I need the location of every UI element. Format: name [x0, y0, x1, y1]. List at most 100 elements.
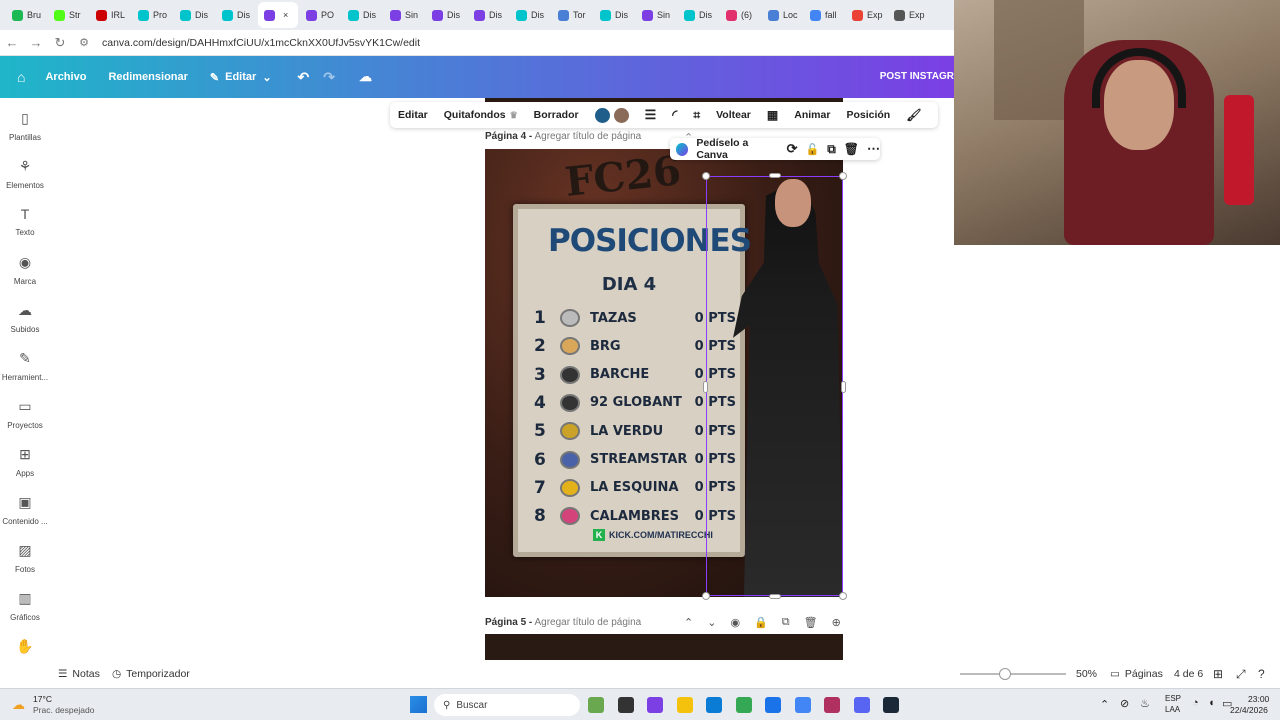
page-counter[interactable]: 4 de 6: [1174, 668, 1203, 680]
browser-tab[interactable]: Loc: [762, 2, 802, 28]
taskbar-app-icon[interactable]: [706, 697, 722, 713]
browser-tab[interactable]: Bru: [6, 2, 46, 28]
lang-top[interactable]: ESP: [1165, 694, 1181, 703]
grid-view-icon[interactable]: ⊞: [1213, 667, 1223, 681]
page-5-design[interactable]: [485, 634, 843, 662]
browser-tab[interactable]: Dis: [174, 2, 214, 28]
taskbar-app-icon[interactable]: [794, 697, 811, 713]
browser-tab[interactable]: Dis: [594, 2, 634, 28]
back-icon[interactable]: ←: [0, 35, 24, 50]
browser-tab[interactable]: Str: [48, 2, 88, 28]
browser-tab[interactable]: Sin: [384, 2, 424, 28]
sidebar-item[interactable]: ▭ Proyectos: [0, 398, 50, 430]
site-info-icon[interactable]: ⚙: [72, 36, 96, 49]
tray-icon-1[interactable]: ⊘: [1120, 697, 1129, 710]
reload-icon[interactable]: ↻: [48, 35, 72, 51]
edit-image-button[interactable]: Editar: [390, 109, 436, 121]
cloud-save-icon[interactable]: ☁: [359, 69, 372, 85]
lock-page-icon[interactable]: 🔒: [754, 616, 768, 629]
browser-tab[interactable]: Dis: [342, 2, 382, 28]
page-5-title-placeholder[interactable]: Agregar título de página: [534, 617, 641, 628]
browser-tab[interactable]: PO: [300, 2, 340, 28]
taskbar-search[interactable]: ⚲ Buscar: [434, 694, 580, 716]
sidebar-item[interactable]: ▣ Contenido ...: [0, 494, 50, 526]
rotate-icon[interactable]: ⟳: [787, 141, 798, 157]
clock-time[interactable]: 23:00: [1248, 694, 1269, 704]
browser-tab[interactable]: Sin: [636, 2, 676, 28]
close-tab-icon[interactable]: ×: [283, 10, 288, 20]
notas-button[interactable]: ☰ Notas: [58, 668, 100, 680]
border-style-icon[interactable]: ☰: [637, 107, 665, 123]
taskbar-app-icon[interactable]: [765, 697, 781, 713]
page-down-icon[interactable]: ⌄: [707, 616, 716, 629]
browser-tab[interactable]: Dis: [510, 2, 550, 28]
sidebar-item[interactable]: ▯ Plantillas: [0, 110, 50, 142]
browser-tab[interactable]: Dis: [426, 2, 466, 28]
browser-tab[interactable]: Dis: [678, 2, 718, 28]
resize-handle-tl[interactable]: [702, 172, 710, 180]
lang-bottom[interactable]: LAA: [1165, 705, 1180, 714]
sidebar-item[interactable]: ▨ Fotos: [0, 542, 50, 574]
browser-tab[interactable]: Pro: [132, 2, 172, 28]
browser-tab[interactable]: fall: [804, 2, 844, 28]
url-text[interactable]: canva.com/design/DAHHmxfCiUU/x1mcCknXX0U…: [102, 37, 420, 49]
tray-chevron-icon[interactable]: ⌃: [1100, 698, 1109, 711]
page-5-label[interactable]: Página 5 - Agregar título de página: [485, 617, 641, 628]
duplicate-page-icon[interactable]: ⧉: [782, 616, 790, 629]
transparency-icon[interactable]: ▦: [759, 108, 786, 122]
duplicate-icon[interactable]: ⧉: [827, 142, 836, 157]
resize-handle-br[interactable]: [839, 592, 847, 600]
more-icon[interactable]: ⋯: [867, 141, 880, 157]
crop-icon[interactable]: ⌗: [685, 108, 708, 123]
weather-desc[interactable]: Prac. despejado: [33, 705, 94, 715]
taskbar-app-icon[interactable]: [883, 697, 899, 713]
help-icon[interactable]: ?: [1258, 667, 1265, 681]
page-up-icon[interactable]: ⌃: [684, 616, 693, 629]
sidebar-item[interactable]: ✎ Herramient...: [0, 350, 50, 382]
design-title[interactable]: POST INSTAGR: [880, 71, 954, 82]
sidebar-item[interactable]: ⊞ Apps: [0, 446, 50, 478]
browser-tab[interactable]: ×: [258, 2, 298, 28]
color-swatch-1[interactable]: [594, 107, 610, 123]
sidebar-item[interactable]: ◉ Marca: [0, 254, 50, 286]
paginas-button[interactable]: ▭ Páginas: [1110, 668, 1163, 680]
archivo-menu[interactable]: Archivo: [45, 71, 86, 83]
borrador-button[interactable]: Borrador: [526, 109, 587, 121]
volume-icon[interactable]: ◖: [1208, 697, 1215, 709]
sidebar-item[interactable]: ☁ Subidos: [0, 302, 50, 334]
quitafondos-button[interactable]: Quitafondos ♛: [436, 109, 526, 121]
browser-tab[interactable]: (6): [720, 2, 760, 28]
taskbar-app-icon[interactable]: [853, 697, 870, 713]
clock-date[interactable]: 22/4/2026: [1230, 705, 1268, 715]
sidebar-item[interactable]: ▥ Gráficos: [0, 590, 50, 622]
windows-start-icon[interactable]: [410, 696, 427, 713]
selection-box[interactable]: [702, 172, 847, 600]
corner-rounding-icon[interactable]: ◜: [664, 107, 685, 123]
resize-handle-left[interactable]: [703, 381, 708, 393]
page-4-label[interactable]: Página 4 - Agregar título de página: [485, 131, 641, 142]
add-page-icon[interactable]: ⊕: [832, 616, 841, 629]
redimensionar-button[interactable]: Redimensionar: [108, 71, 187, 83]
color-swatch-2[interactable]: [613, 107, 629, 123]
resize-handle-bottom[interactable]: [769, 594, 781, 599]
zoom-slider-thumb[interactable]: [998, 668, 1011, 680]
taskbar-app-icon[interactable]: [735, 697, 752, 713]
voltear-button[interactable]: Voltear: [708, 109, 759, 121]
zoom-level[interactable]: 50%: [1076, 668, 1097, 680]
temporizador-button[interactable]: ◷ Temporizador: [112, 668, 190, 680]
resize-handle-bl[interactable]: [702, 592, 710, 600]
fullscreen-icon[interactable]: ⤢: [1236, 667, 1246, 682]
sidebar-item[interactable]: ⚘ Elementos: [0, 158, 50, 190]
tray-icon-2[interactable]: ♨: [1140, 697, 1150, 710]
browser-tab[interactable]: Exp: [888, 2, 928, 28]
weather-temp[interactable]: 17°C: [33, 694, 52, 704]
taskbar-app-icon[interactable]: [617, 697, 634, 713]
redo-icon[interactable]: ↷: [323, 69, 335, 86]
browser-tab[interactable]: IRL: [90, 2, 130, 28]
wifi-icon[interactable]: ◔: [1192, 697, 1199, 709]
taskbar-app-icon[interactable]: [676, 697, 693, 713]
undo-icon[interactable]: ↶: [298, 69, 310, 86]
browser-tab[interactable]: Exp: [846, 2, 886, 28]
editar-menu[interactable]: ✎ Editar ⌄: [210, 71, 272, 84]
browser-tab[interactable]: Dis: [216, 2, 256, 28]
